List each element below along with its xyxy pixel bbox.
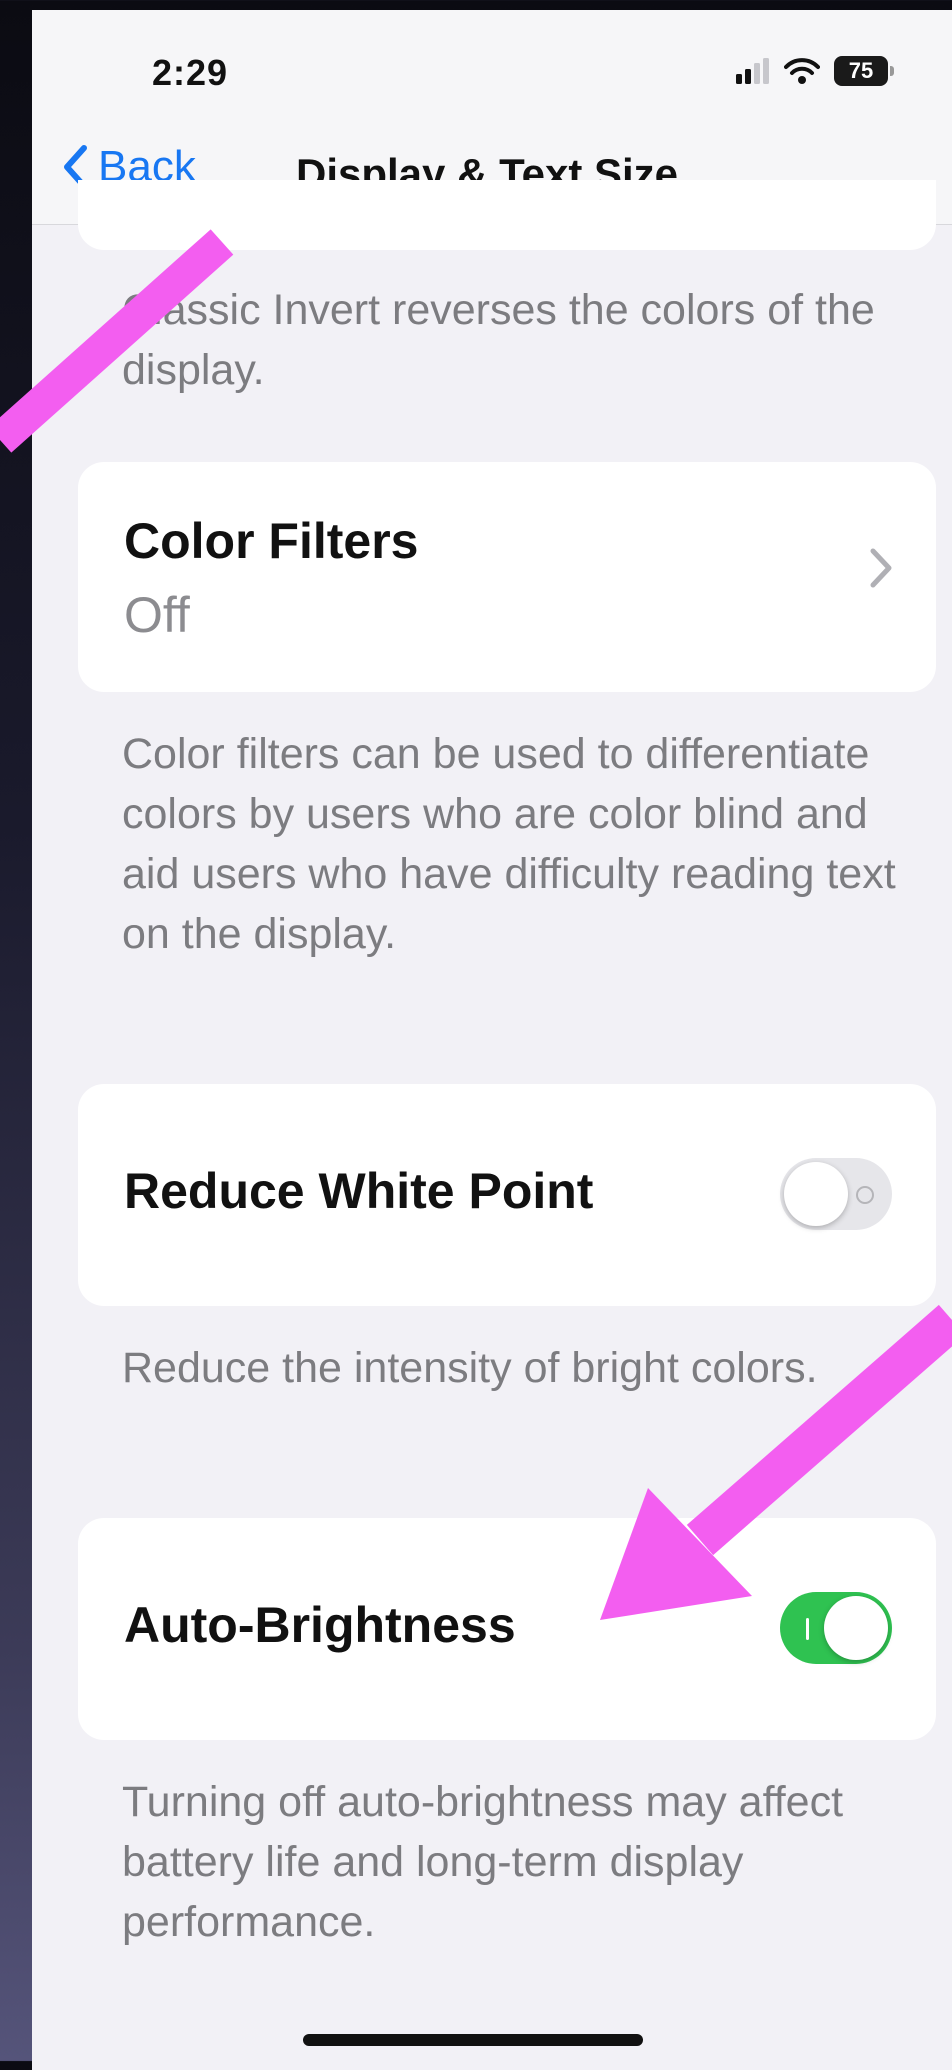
status-icons: 75 xyxy=(736,54,894,88)
color-filters-row[interactable]: Color Filters Off xyxy=(78,462,936,692)
auto-brightness-toggle[interactable] xyxy=(780,1592,892,1664)
color-filters-footer: Color filters can be used to differentia… xyxy=(122,730,896,958)
reduce-white-point-title: Reduce White Point xyxy=(124,1163,594,1219)
home-indicator xyxy=(303,2034,643,2046)
settings-screen: 2:29 75 Back Display & Text Size Classic… xyxy=(32,10,952,2070)
status-time: 2:29 xyxy=(152,52,229,93)
toggle-on-mark-icon xyxy=(806,1618,809,1640)
auto-brightness-title: Auto-Brightness xyxy=(124,1597,516,1653)
auto-brightness-row: Auto-Brightness xyxy=(78,1518,936,1740)
cellular-signal-icon xyxy=(736,58,769,84)
reduce-white-point-toggle[interactable] xyxy=(780,1158,892,1230)
wifi-icon xyxy=(784,58,820,84)
chevron-right-icon xyxy=(870,548,892,588)
toggle-knob xyxy=(784,1162,848,1226)
classic-invert-card-bottom xyxy=(78,180,936,250)
color-filters-title: Color Filters xyxy=(124,513,419,569)
battery-icon: 75 xyxy=(834,56,894,86)
reduce-white-point-footer: Reduce the intensity of bright colors. xyxy=(122,1344,818,1392)
toggle-knob xyxy=(824,1596,888,1660)
auto-brightness-footer: Turning off auto-brightness may affect b… xyxy=(122,1778,844,1946)
color-filters-value: Off xyxy=(124,587,190,643)
status-bar: 2:29 75 xyxy=(32,10,952,120)
reduce-white-point-row: Reduce White Point xyxy=(78,1084,936,1306)
classic-invert-footer: Classic Invert reverses the colors of th… xyxy=(122,286,875,394)
toggle-off-mark-icon xyxy=(856,1186,874,1204)
